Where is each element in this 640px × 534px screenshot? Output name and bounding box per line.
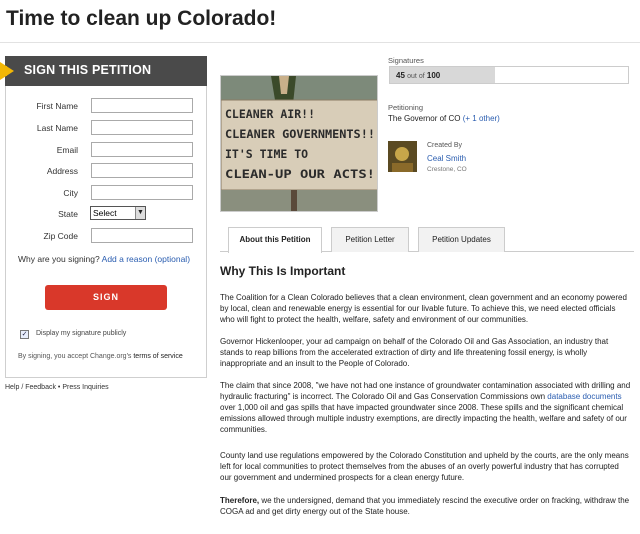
arrow-icon	[0, 62, 14, 80]
why-signing-label: Why are you signing?	[18, 254, 100, 264]
tab-about-petition[interactable]: About this Petition	[228, 227, 322, 253]
title-divider	[0, 42, 640, 43]
sign-line-1: CLEANER AIR!!	[225, 107, 315, 121]
city-input[interactable]	[91, 185, 193, 200]
zip-label: Zip Code	[43, 231, 79, 241]
creator-avatar[interactable]	[388, 141, 417, 172]
signatures-label: Signatures	[388, 56, 424, 65]
sign-petition-title: SIGN THIS PETITION	[24, 63, 152, 77]
help-feedback-links[interactable]: Help / Feedback • Press Inquiries	[5, 384, 109, 391]
tab-petition-letter[interactable]: Petition Letter	[331, 227, 409, 252]
display-signature-label: Display my signature publicly	[36, 330, 127, 337]
created-by-label: Created By	[427, 142, 463, 149]
paragraph-land-use: County land use regulations empowered by…	[220, 451, 629, 482]
paragraph-coalition: The Coalition for a Clean Colorado belie…	[220, 293, 627, 324]
therefore-bold: Therefore,	[220, 496, 260, 505]
email-label: Email	[56, 145, 78, 155]
address-label: Address	[46, 166, 78, 176]
paragraph-governor: Governor Hickenlooper, your ad campaign …	[220, 337, 609, 368]
signature-goal: 100	[426, 71, 441, 80]
petitioning-label: Petitioning	[388, 103, 424, 112]
signature-count-value: 45	[396, 71, 405, 80]
therefore-text: we the undersigned, demand that you imme…	[220, 496, 630, 516]
paragraph-therefore: Therefore, we the undersigned, demand th…	[220, 495, 632, 517]
protest-sign-image: CLEANER AIR!! CLEANER GOVERNMENTS!! IT'S…	[221, 76, 377, 211]
address-input[interactable]	[91, 163, 193, 178]
terms-of-service-link[interactable]: terms of service	[133, 353, 182, 360]
state-label: State	[58, 209, 78, 219]
petition-photo: CLEANER AIR!! CLEANER GOVERNMENTS!! IT'S…	[220, 75, 378, 212]
section-heading: Why This Is Important	[220, 264, 346, 278]
city-label: City	[63, 188, 78, 198]
first-name-label: First Name	[36, 101, 78, 111]
paragraph-claim: The claim that since 2008, "we have not …	[220, 380, 632, 435]
first-name-input[interactable]	[91, 98, 193, 113]
terms-line: By signing, you accept Change.org's term…	[18, 353, 183, 360]
signature-count: 45 out of 100	[396, 71, 440, 80]
creator-location: Crestone, CO	[427, 166, 467, 173]
tab-petition-updates[interactable]: Petition Updates	[418, 227, 505, 252]
terms-text: By signing, you accept Change.org's	[18, 353, 132, 360]
dropdown-arrow-icon[interactable]: ▼	[135, 207, 145, 219]
email-input[interactable]	[91, 142, 193, 157]
add-reason-link[interactable]: Add a reason (optional)	[102, 254, 190, 264]
other-targets-link[interactable]: (+ 1 other)	[463, 114, 500, 123]
creator-avatar-image	[388, 141, 417, 172]
database-documents-link[interactable]: database documents	[547, 392, 621, 401]
last-name-label: Last Name	[36, 123, 78, 133]
last-name-input[interactable]	[91, 120, 193, 135]
signature-out-of: out of	[407, 73, 425, 80]
petitioning-target: The Governor of CO (+ 1 other)	[388, 114, 500, 123]
display-signature-checkbox[interactable]: ✓	[20, 330, 29, 339]
sign-line-3: IT'S TIME TO	[225, 147, 308, 161]
paragraph-claim-text-b: over 1,000 oil and gas spills that have …	[220, 403, 627, 434]
creator-name-link[interactable]: Ceal Smith	[427, 154, 466, 163]
why-signing-line: Why are you signing? Add a reason (optio…	[18, 254, 190, 264]
sign-button[interactable]: SIGN	[45, 285, 167, 310]
zip-input[interactable]	[91, 228, 193, 243]
page-title: Time to clean up Colorado!	[6, 7, 277, 30]
sign-line-2: CLEANER GOVERNMENTS!!	[225, 127, 375, 141]
petition-target-name[interactable]: The Governor of CO	[388, 114, 460, 123]
sign-line-4: CLEAN-UP OUR ACTS!	[225, 167, 375, 181]
